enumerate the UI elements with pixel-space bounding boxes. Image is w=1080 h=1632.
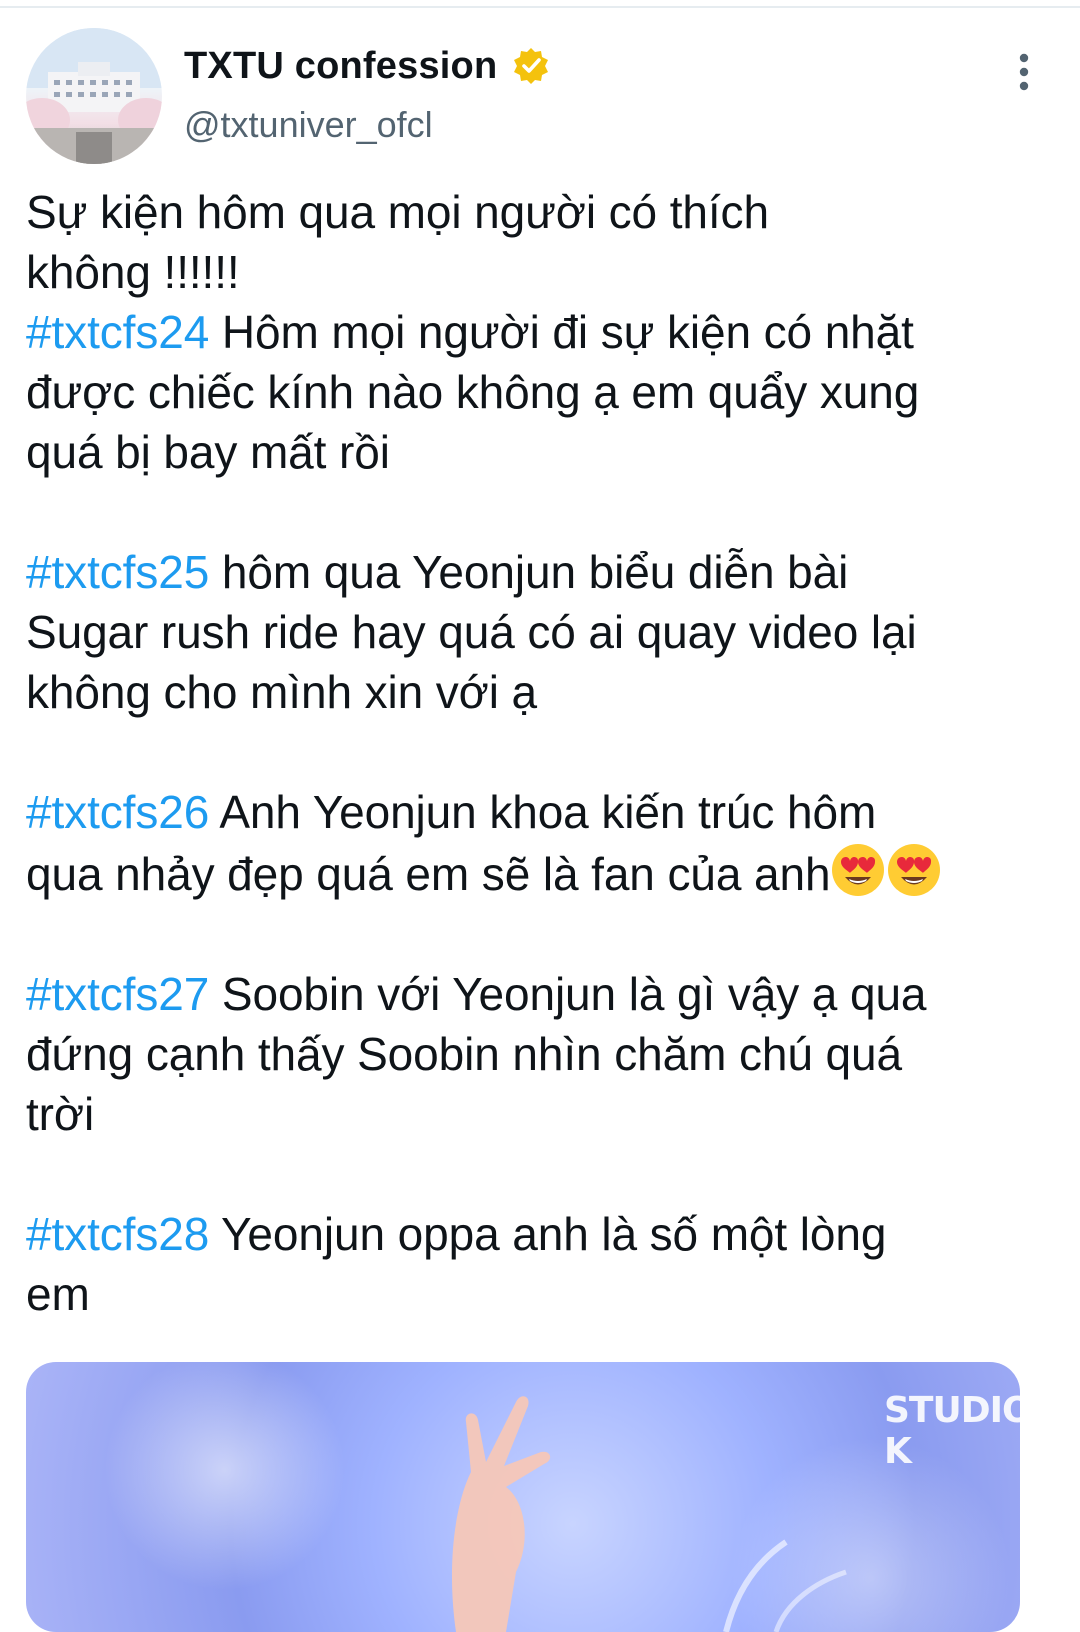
university-building-avatar xyxy=(26,28,162,164)
author-row: TXTU confession xyxy=(184,40,551,92)
more-vertical-icon[interactable] xyxy=(1004,50,1044,94)
text-line: không cho mình xin với ạ xyxy=(26,666,538,718)
hand-gesture-image xyxy=(451,1396,847,1632)
text-line: qua nhảy đẹp quá em sẽ là fan của anh xyxy=(26,842,1060,904)
display-name[interactable]: TXTU confession xyxy=(184,45,497,88)
heart-eyes-emoji-icon xyxy=(830,842,886,898)
hashtag-link[interactable]: #txtcfs26 xyxy=(26,786,209,838)
hashtag-link[interactable]: #txtcfs24 xyxy=(26,306,209,358)
tweet-media[interactable]: STUDIO K xyxy=(26,1362,1020,1632)
tweet-text: Sự kiện hôm qua mọi người có thích không… xyxy=(26,182,1060,1324)
text-segment: Yeonjun oppa anh là số một lòng xyxy=(209,1208,887,1260)
text-line: #txtcfs27 Soobin với Yeonjun là gì vậy ạ… xyxy=(26,964,1060,1024)
text-line: #txtcfs28 Yeonjun oppa anh là số một lòn… xyxy=(26,1204,1060,1264)
text-line: em xyxy=(26,1268,90,1320)
studio-watermark: STUDIO K xyxy=(884,1390,1020,1472)
text-line: #txtcfs24 Hôm mọi người đi sự kiện có nh… xyxy=(26,302,1060,362)
avatar[interactable] xyxy=(26,28,162,164)
text-line: Sự kiện hôm qua mọi người có thích xyxy=(26,186,769,238)
heart-eyes-emoji-icon xyxy=(886,842,942,898)
hashtag-link[interactable]: #txtcfs28 xyxy=(26,1208,209,1260)
text-line: trời xyxy=(26,1088,95,1140)
text-line: Sugar rush ride hay quá có ai quay video… xyxy=(26,606,917,658)
text-segment: Soobin với Yeonjun là gì vậy ạ qua xyxy=(209,968,927,1020)
text-line: #txtcfs25 hôm qua Yeonjun biểu diễn bài xyxy=(26,542,1060,602)
text-segment: qua nhảy đẹp quá em sẽ là fan của anh xyxy=(26,848,831,900)
hashtag-link[interactable]: #txtcfs27 xyxy=(26,968,209,1020)
text-line: #txtcfs26 Anh Yeonjun khoa kiến trúc hôm xyxy=(26,782,1060,842)
text-segment: hôm qua Yeonjun biểu diễn bài xyxy=(209,546,849,598)
text-line: quá bị bay mất rồi xyxy=(26,426,390,478)
user-handle[interactable]: @txtuniver_ofcl xyxy=(184,104,433,146)
text-segment: Anh Yeonjun khoa kiến trúc hôm xyxy=(209,786,877,838)
verified-badge-icon xyxy=(511,46,551,86)
text-line: đứng cạnh thấy Soobin nhìn chăm chú quá xyxy=(26,1028,902,1080)
text-segment: Hôm mọi người đi sự kiện có nhặt xyxy=(209,306,914,358)
text-line: không !!!!!! xyxy=(26,246,240,298)
hashtag-link[interactable]: #txtcfs25 xyxy=(26,546,209,598)
text-line: được chiếc kính nào không ạ em quẩy xung xyxy=(26,366,920,418)
tweet-header: TXTU confession @txtuniver_ofcl xyxy=(0,0,1080,170)
